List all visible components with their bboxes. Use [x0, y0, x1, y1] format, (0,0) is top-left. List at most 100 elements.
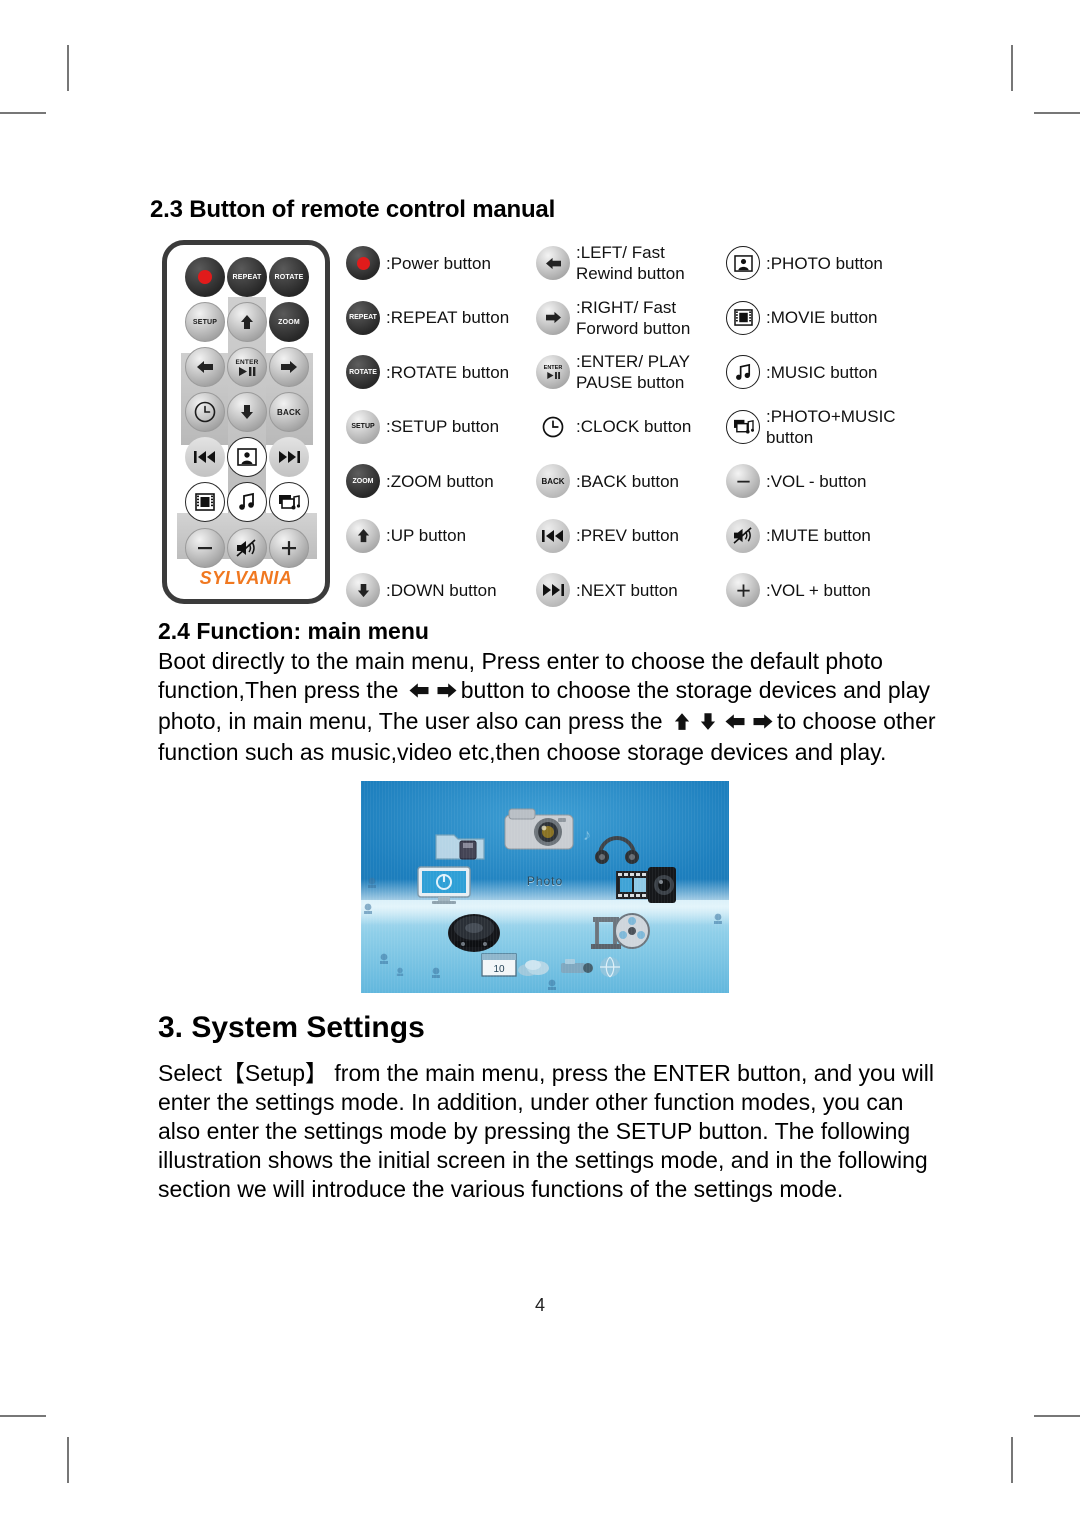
legend-item-clock: :CLOCK button	[536, 400, 726, 455]
remote-rotate-button[interactable]: ROTATE	[269, 257, 309, 297]
cropmark-bottom-left-horizontal	[0, 1415, 46, 1417]
legend-item-setup: SETUP :SETUP button	[346, 400, 536, 455]
legend-label: :NEXT button	[576, 580, 678, 600]
mute-icon	[236, 539, 256, 557]
remote-zoom-button[interactable]: ZOOM	[269, 302, 309, 342]
remote-repeat-button[interactable]: REPEAT	[227, 257, 267, 297]
remote-enter-button[interactable]: ENTER	[227, 347, 267, 387]
legend-label: :CLOCK button	[576, 417, 692, 437]
remote-clock-button[interactable]	[185, 392, 225, 432]
cropmark-top-right-horizontal	[1034, 112, 1080, 114]
legend-item-back: BACK :BACK button	[536, 454, 726, 509]
remote-up-button[interactable]	[227, 302, 267, 342]
cropmark-top-left-vertical	[67, 45, 69, 91]
remote-setup-button[interactable]: SETUP	[185, 302, 225, 342]
sylvania-brand-logo: SYLVANIA	[199, 568, 293, 588]
page-content: 2.3 Button of remote control manual REPE…	[150, 196, 940, 1204]
power-icon	[346, 246, 380, 281]
legend-column-1: :Power button REPEAT :REPEAT button ROTA…	[346, 236, 536, 618]
photo-scanline-overlay	[361, 781, 729, 993]
legend-item-next: :NEXT button	[536, 563, 726, 618]
mute-icon	[726, 518, 760, 553]
legend-item-up: :UP button	[346, 509, 536, 564]
legend-item-enter: ENTER :ENTER/ PLAY PAUSE button	[536, 345, 726, 400]
remote-music-button[interactable]	[227, 482, 267, 522]
legend-column-3: :PHOTO button :MOVIE button:MUSIC butto…	[726, 236, 940, 618]
power-red-dot	[356, 256, 370, 270]
remote-left-button[interactable]	[185, 347, 225, 387]
legend-item-mute: :MUTE button	[726, 509, 940, 564]
down-arrow-icon	[346, 573, 380, 608]
cropmark-bottom-right-vertical	[1011, 1437, 1013, 1483]
enter-label: ENTER	[235, 358, 259, 366]
section-2-3-heading-suffix: ote control manual	[343, 196, 556, 223]
remote-photo-button[interactable]	[227, 437, 267, 477]
legend-item-left: :LEFT/ Fast Rewind button	[536, 236, 726, 291]
photo-music-icon	[279, 495, 300, 510]
right-arrow-icon	[536, 300, 570, 335]
next-icon	[536, 573, 570, 608]
section-2-4-paragraph: Boot directly to the main menu, Press en…	[158, 647, 940, 767]
left-arrow-icon	[408, 678, 430, 707]
legend-label: :UP button	[386, 526, 467, 546]
legend-item-prev: :PREV button	[536, 509, 726, 564]
photo-icon	[726, 246, 760, 281]
legend-item-vol-minus: :VOL - button	[726, 454, 940, 509]
legend-label: :REPEAT button	[386, 308, 510, 328]
section-2-4-heading: 2.4 Function: main menu	[158, 618, 429, 644]
legend-item-vol-plus: :VOL + button	[726, 563, 940, 618]
legend-item-photo: :PHOTO button	[726, 236, 940, 291]
remote-right-button[interactable]	[269, 347, 309, 387]
remote-power-button[interactable]	[185, 257, 225, 297]
cropmark-top-right-vertical	[1011, 45, 1013, 91]
legend-label: :PHOTO+MUSIC button	[766, 406, 896, 447]
legend-label: :MUSIC button	[766, 362, 878, 382]
rotate-icon: ROTATE	[346, 355, 380, 390]
remote-down-button[interactable]	[227, 392, 267, 432]
remote-photo-music-button[interactable]	[269, 482, 309, 522]
legend-label: :LEFT/ Fast Rewind button	[576, 243, 685, 284]
legend-label: :RIGHT/ Fast Forword button	[576, 297, 691, 338]
right-arrow-icon	[436, 678, 458, 707]
remote-mute-button[interactable]	[227, 528, 267, 568]
prev-icon	[536, 518, 570, 553]
legend-item-down: :DOWN button	[346, 563, 536, 618]
legend-label: :DOWN button	[386, 580, 497, 600]
remote-next-button[interactable]	[269, 437, 309, 477]
legend-item-right: :RIGHT/ Fast Forword button	[536, 291, 726, 346]
legend-label: :Power button	[386, 253, 491, 273]
enter-icon: ENTER	[536, 355, 570, 390]
left-arrow-icon	[536, 246, 570, 281]
remote-movie-button[interactable]	[185, 482, 225, 522]
vol-minus-icon	[726, 464, 760, 499]
remote-vol-minus-button[interactable]	[185, 528, 225, 568]
down-arrow-icon	[241, 405, 253, 419]
remote-vol-plus-button[interactable]	[269, 528, 309, 568]
section-3-paragraph: Select【Setup】 from the main menu, press …	[158, 1060, 934, 1202]
legend-label: :MUTE button	[766, 526, 871, 546]
legend-label: :VOL + button	[766, 580, 871, 600]
movie-icon	[195, 493, 215, 511]
right-arrow-icon	[752, 709, 774, 738]
legend-label: :BACK button	[576, 471, 680, 491]
legend-item-repeat: REPEAT :REPEAT button	[346, 291, 536, 346]
left-arrow-icon	[724, 709, 746, 738]
photo-icon	[237, 448, 257, 466]
legend-item-music: :MUSIC button	[726, 345, 940, 400]
up-arrow-icon	[672, 709, 692, 738]
legend-label: :ROTATE button	[386, 362, 510, 382]
remote-and-legend-block: REPEAT ROTATE SETUP ZOOM ENTER BACK SYLV…	[150, 236, 940, 616]
right-arrow-icon	[281, 361, 297, 373]
vol-plus-icon	[726, 573, 760, 608]
section-2-3-heading: 2.3 Button of remote control manual	[150, 196, 940, 224]
cropmark-bottom-left-vertical	[67, 1437, 69, 1483]
remote-prev-button[interactable]	[185, 437, 225, 477]
section-2-3-heading-mid: m	[322, 196, 344, 223]
legend-label: :PHOTO button	[766, 253, 883, 273]
clock-icon	[536, 410, 570, 444]
legend-item-power: :Power button	[346, 236, 536, 291]
remote-back-button[interactable]: BACK	[269, 392, 309, 432]
up-arrow-icon	[346, 518, 380, 553]
section-2-3-heading-prefix: 2.3 Button of re	[150, 196, 323, 223]
prev-icon	[194, 451, 215, 463]
